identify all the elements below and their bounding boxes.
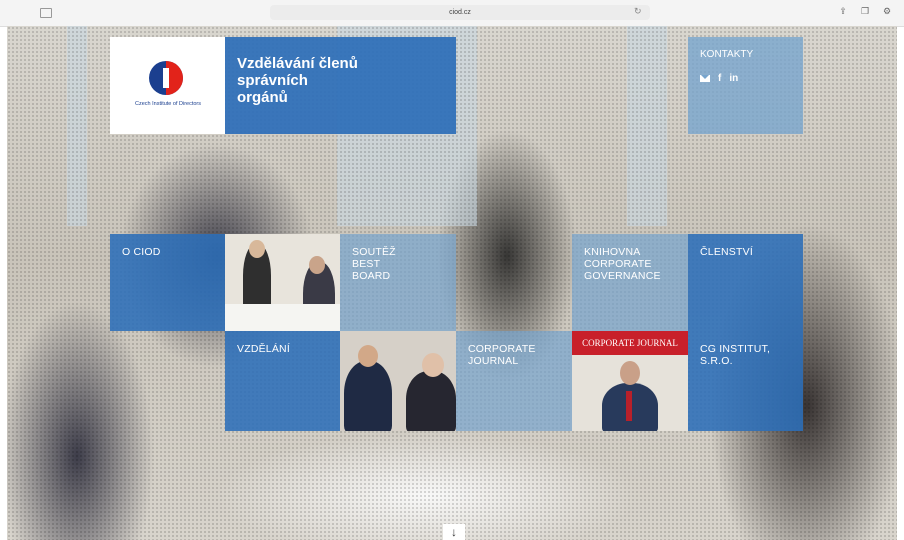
url-text: ciod.cz: [449, 9, 471, 16]
sidebar-toggle-icon[interactable]: [40, 8, 52, 18]
tabs-icon[interactable]: ❐: [860, 6, 870, 16]
site-title-panel: Vzdělávání členů správních orgánů: [225, 37, 456, 134]
contacts-label[interactable]: KONTAKTY: [700, 49, 753, 60]
window-light: [627, 26, 667, 226]
site-title: Vzdělávání členů správních orgánů: [237, 55, 358, 106]
share-icon[interactable]: ⇪: [838, 6, 848, 16]
reload-icon[interactable]: ↻: [634, 6, 642, 17]
tile-label: CORPORATE JOURNAL: [468, 343, 536, 367]
address-bar[interactable]: ciod.cz: [270, 5, 650, 20]
tile-label: CG INSTITUT, S.R.O.: [700, 343, 771, 367]
photo-tile-discussion: [340, 331, 456, 431]
linkedin-icon[interactable]: in: [729, 73, 738, 84]
tile-knihovna[interactable]: KNIHOVNA CORPORATE GOVERNANCE: [572, 234, 688, 331]
email-icon[interactable]: [700, 75, 710, 82]
tile-label: SOUTĚŽ BEST BOARD: [352, 246, 396, 282]
tile-label: ČLENSTVÍ: [700, 246, 753, 258]
tile-label: KNIHOVNA CORPORATE GOVERNANCE: [584, 246, 661, 282]
journal-cover-image: CORPORATE JOURNAL: [572, 331, 688, 431]
arrow-down-icon[interactable]: ↓: [443, 524, 465, 540]
tile-clenstvi[interactable]: ČLENSTVÍ: [688, 234, 803, 331]
browser-toolbar: ciod.cz ↻ ⇪ ❐ ⚙: [0, 0, 904, 27]
tile-cg-institut[interactable]: CG INSTITUT, S.R.O.: [688, 331, 803, 431]
tile-label: VZDĚLÁNÍ: [237, 343, 290, 355]
window-light: [67, 26, 87, 226]
tile-soutez-best-board[interactable]: SOUTĚŽ BEST BOARD: [340, 234, 456, 331]
site-logo[interactable]: Czech Institute of Directors: [110, 37, 225, 134]
photo-tile-meeting: [225, 234, 340, 331]
facebook-icon[interactable]: f: [718, 73, 721, 84]
tile-corporate-journal[interactable]: CORPORATE JOURNAL: [456, 331, 572, 431]
ciod-logo-icon: [149, 61, 183, 95]
logo-text: Czech Institute of Directors: [134, 101, 202, 107]
tile-vzdelani[interactable]: VZDĚLÁNÍ: [225, 331, 340, 431]
tile-o-ciod[interactable]: O CIOD: [110, 234, 225, 331]
tile-label: O CIOD: [122, 246, 161, 258]
settings-icon[interactable]: ⚙: [882, 6, 892, 16]
contacts-panel: KONTAKTY f in: [688, 37, 803, 134]
journal-masthead: CORPORATE JOURNAL: [572, 331, 688, 355]
